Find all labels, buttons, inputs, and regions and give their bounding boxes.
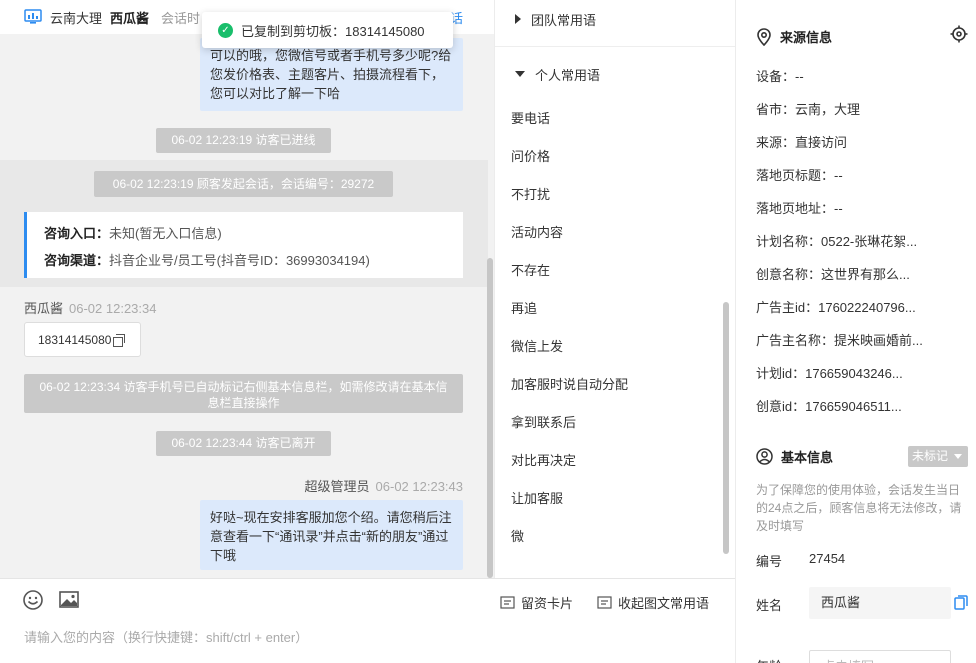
visitor-phone-text: 18314145080 <box>38 332 112 347</box>
team-phrases-group[interactable]: 团队常用语 <box>495 0 736 38</box>
age-field[interactable]: 点击填写 <box>809 650 951 663</box>
agent-message-bubble-2: 好哒~现在安排客服加您个绍。请您稍后注意查看一下“通讯录”并点击“新的朋友”通过… <box>200 500 463 570</box>
source-landing-url: 落地页地址：-- <box>756 201 843 216</box>
source-landing-title: 落地页标题：-- <box>756 168 843 183</box>
toast-text: 已复制到剪切板：18314145080 <box>241 23 425 39</box>
phrase-item[interactable]: 问价格 <box>495 138 725 176</box>
basic-info-title: 基本信息 <box>781 450 834 465</box>
document-copy-icon[interactable] <box>954 595 968 610</box>
lead-card-button[interactable]: 留资卡片 <box>500 593 573 612</box>
name-field[interactable]: 西瓜酱 <box>809 587 951 619</box>
chat-panel: 可以的哦，您微信号或者手机号多少呢?给您发价格表、主题客片、拍摄流程看下，您可以… <box>0 0 494 663</box>
phrase-item[interactable]: 对比再决定 <box>495 442 725 480</box>
source-creative-name: 创意名称：这世界有那么... <box>756 267 910 282</box>
lead-card-label: 留资卡片 <box>520 596 573 611</box>
tag-status-label: 未标记 <box>912 449 949 463</box>
phrases-divider <box>495 46 736 47</box>
image-icon[interactable] <box>58 589 80 611</box>
source-advertiser-id: 广告主id：176022240796... <box>756 300 916 315</box>
collapse-phrases-button[interactable]: 收起图文常用语 <box>597 593 709 612</box>
visitor-phone-bubble[interactable]: 18314145080 <box>24 322 141 357</box>
entry-value: 未知(暂无入口信息) <box>109 226 222 241</box>
composer: 留资卡片 收起图文常用语 请输入您的内容（换行快捷键：shift/ctrl + … <box>0 578 735 663</box>
source-plan-id: 计划id：176659043246... <box>756 366 903 381</box>
source-advertiser-name: 广告主名称：提米映画婚前... <box>756 333 923 348</box>
number-label: 编号 <box>756 554 783 569</box>
phrase-item[interactable]: 活动内容 <box>495 214 725 252</box>
agent-message-bubble: 可以的哦，您微信号或者手机号多少呢?给您发价格表、主题客片、拍摄流程看下，您可以… <box>200 38 463 111</box>
visitor-timestamp: 06-02 12:23:34 <box>69 301 157 316</box>
composer-right-tools: 留资卡片 收起图文常用语 <box>500 593 709 612</box>
agent-message-text-2: 好哒~现在安排客服加您个绍。请您稍后注意查看一下“通讯录”并点击“新的朋友”通过… <box>210 510 452 563</box>
chat-scrollbar[interactable] <box>487 258 493 578</box>
entry-label: 咨询入口： <box>44 226 110 241</box>
personal-phrases-label: 个人常用语 <box>535 67 601 83</box>
source-device: 设备：-- <box>756 69 804 84</box>
system-visitor-left: 06-02 12:23:44 访客已离开 <box>156 431 331 456</box>
target-icon[interactable] <box>950 25 968 43</box>
check-circle-icon: ✓ <box>218 22 233 38</box>
phrase-item[interactable]: 要电话 <box>495 100 725 138</box>
phrase-item[interactable]: 不打扰 <box>495 176 725 214</box>
location-pin-icon <box>757 27 771 46</box>
source-region: 省市：云南，大理 <box>756 102 861 117</box>
personal-phrases-group[interactable]: 个人常用语 <box>495 55 736 93</box>
phrase-item[interactable]: 微信上发 <box>495 328 725 366</box>
card-icon <box>500 596 515 609</box>
copy-icon[interactable] <box>113 333 126 347</box>
copy-toast: ✓ 已复制到剪切板：18314145080 <box>202 12 453 48</box>
age-label: 年龄 <box>756 656 782 663</box>
collapse-phrases-label: 收起图文常用语 <box>617 596 709 611</box>
system-phone-marked: 06-02 12:23:34 访客手机号已自动标记右侧基本信息栏，如需修改请在基… <box>24 374 463 413</box>
phrase-list: 要电话 问价格 不打扰 活动内容 不存在 再追 微信上发 加客服时说自动分配 拿… <box>495 100 725 556</box>
visitor-name: 西瓜酱 <box>24 301 64 316</box>
emoji-icon[interactable] <box>22 589 44 611</box>
visitor-name-header: 西瓜酱 <box>110 10 150 26</box>
team-phrases-label: 团队常用语 <box>531 12 597 28</box>
message-icon <box>597 596 612 609</box>
composer-tools <box>22 589 80 611</box>
system-visitor-entered: 06-02 12:23:19 访客已进线 <box>156 128 331 153</box>
source-creative-id: 创意id：176659046511... <box>756 399 902 414</box>
agent-message-text: 可以的哦，您微信号或者手机号多少呢?给您发价格表、主题客片、拍摄流程看下，您可以… <box>210 48 452 101</box>
agent-sender-label: 超级管理员 06-02 12:23:43 <box>305 476 463 495</box>
phrase-item[interactable]: 再追 <box>495 290 725 328</box>
phrase-item[interactable]: 微 <box>495 518 725 556</box>
phrase-item[interactable]: 不存在 <box>495 252 725 290</box>
user-circle-icon <box>756 448 773 465</box>
tag-status-dropdown[interactable]: 未标记 <box>908 446 968 467</box>
info-panel: 来源信息 设备：-- 省市：云南，大理 来源：直接访问 落地页标题：-- 落地页… <box>735 0 976 663</box>
agent-timestamp: 06-02 12:23:43 <box>375 479 463 494</box>
source-origin: 来源：直接访问 <box>756 135 848 150</box>
basic-info-header: 基本信息 <box>756 447 833 466</box>
source-plan-name: 计划名称：0522-张琳花絮... <box>756 234 918 249</box>
source-info-title: 来源信息 <box>780 30 833 45</box>
message-input[interactable]: 请输入您的内容（换行快捷键：shift/ctrl + enter） <box>24 627 308 646</box>
phrase-item[interactable]: 拿到联系后 <box>495 404 725 442</box>
agent-name: 超级管理员 <box>304 479 370 494</box>
visitor-sender-label: 西瓜酱 06-02 12:23:34 <box>24 298 156 317</box>
caret-down-icon <box>954 454 962 459</box>
name-label: 姓名 <box>756 598 783 613</box>
visitor-location: 云南大理 <box>50 10 103 26</box>
channel-label: 咨询渠道： <box>44 253 110 268</box>
number-value: 27454 <box>809 551 846 566</box>
basic-info-note: 为了保障您的使用体验，会话发生当日的24点之后，顾客信息将无法修改，请及时填写 <box>756 483 962 533</box>
phrase-item[interactable]: 让加客服 <box>495 480 725 518</box>
caret-down-icon <box>515 71 525 77</box>
session-meta: 会话时 <box>161 10 201 26</box>
phrase-item[interactable]: 加客服时说自动分配 <box>495 366 725 404</box>
entry-info-card: 咨询入口：未知(暂无入口信息) 咨询渠道：抖音企业号/员工号(抖音号ID：369… <box>24 212 463 278</box>
caret-right-icon <box>515 14 521 24</box>
monitor-icon <box>24 9 42 24</box>
system-session-started: 06-02 12:23:19 顾客发起会话，会话编号：29272 <box>94 171 393 197</box>
phrases-scrollbar[interactable] <box>723 302 729 554</box>
channel-value: 抖音企业号/员工号(抖音号ID：36993034194) <box>109 253 370 268</box>
phrases-panel: 团队常用语 个人常用语 要电话 问价格 不打扰 活动内容 不存在 再追 微信上发… <box>494 0 736 578</box>
source-info-header: 来源信息 <box>756 27 832 46</box>
